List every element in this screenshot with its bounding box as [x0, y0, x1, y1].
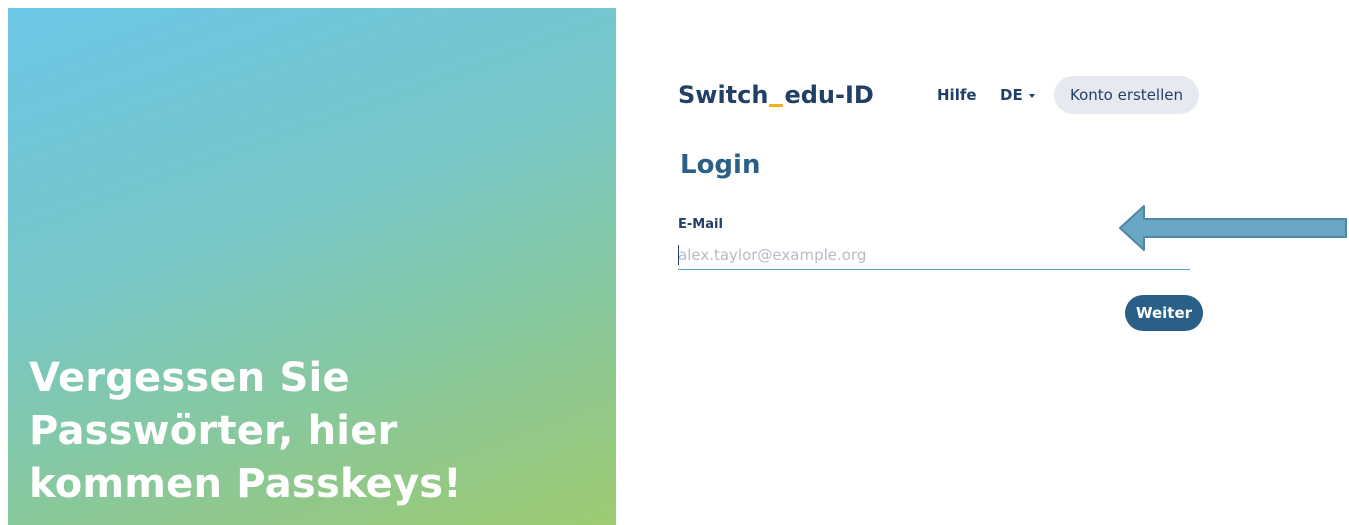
language-label: DE: [1000, 86, 1023, 104]
hero-line: Passwörter, hier: [29, 408, 398, 454]
logo[interactable]: Switch edu-ID: [678, 80, 874, 110]
logo-switch: Switch: [678, 81, 769, 109]
email-field[interactable]: [678, 241, 1190, 270]
hero-line: kommen Passkeys!: [29, 461, 462, 507]
hero-panel: Vergessen Sie Passwörter, hier kommen Pa…: [8, 8, 616, 525]
arrow-left-icon: [1119, 205, 1347, 251]
page-title: Login: [680, 150, 761, 180]
language-selector[interactable]: DE: [1000, 86, 1035, 104]
text-cursor: [678, 245, 679, 265]
logo-underscore: [769, 104, 784, 107]
hero-line: Vergessen Sie: [29, 355, 350, 401]
chevron-down-icon: [1028, 93, 1035, 98]
help-link[interactable]: Hilfe: [937, 86, 977, 104]
hero-headline: Vergessen Sie Passwörter, hier kommen Pa…: [29, 352, 609, 511]
logo-edu-id: edu-ID: [784, 81, 874, 109]
email-label: E-Mail: [678, 217, 723, 232]
next-button[interactable]: Weiter: [1125, 295, 1203, 331]
create-account-button[interactable]: Konto erstellen: [1054, 76, 1199, 114]
